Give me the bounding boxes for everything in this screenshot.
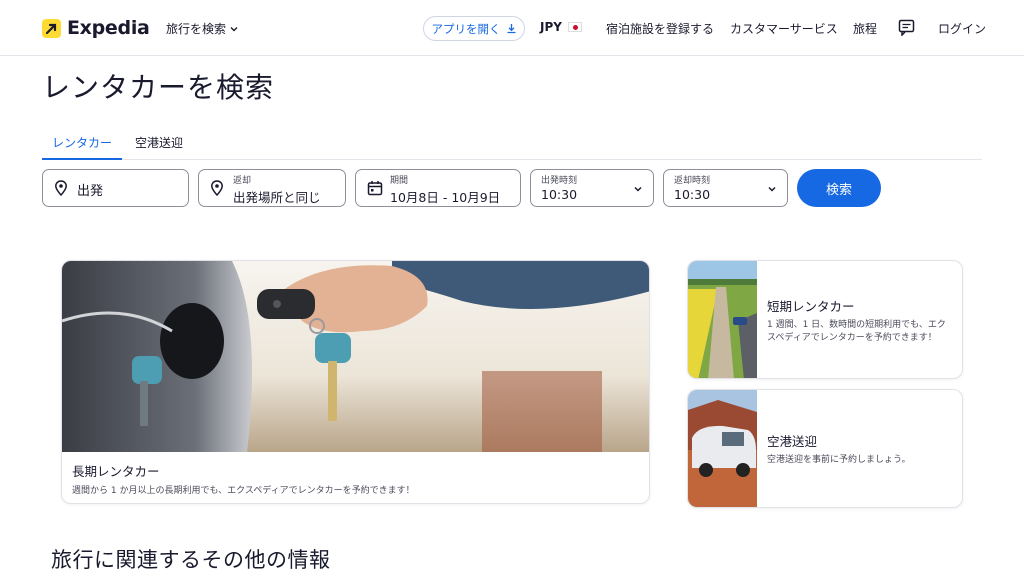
trip-search-menu[interactable]: 旅行を検索 [166, 20, 239, 37]
short-term-rental-card[interactable]: 短期レンタカー 1 週間、1 日、数時間の短期利用でも、エクスペディアでレンタカ… [687, 260, 963, 379]
search-tabs: レンタカー 空港送迎 [42, 132, 982, 160]
list-property-link[interactable]: 宿泊施設を登録する [606, 20, 714, 37]
long-term-rental-title: 長期レンタカー [72, 464, 160, 479]
chevron-down-icon [230, 26, 238, 31]
header: Expedia 旅行を検索 アプリを開く JPY 宿泊施設を登録する カスタマー… [0, 0, 1024, 56]
van-photo [688, 390, 757, 507]
country-road-photo [688, 261, 757, 378]
more-travel-info-heading: 旅行に関連するその他の情報 [51, 548, 331, 572]
airport-transfer-desc: 空港送迎を事前に予約しましょう。 [767, 455, 911, 465]
short-term-rental-desc: 1 週間、1 日、数時間の短期利用でも、エクスペディアでレンタカーを予約できます… [767, 320, 946, 343]
open-app-button[interactable]: アプリを開く [423, 16, 525, 41]
airport-transfer-card[interactable]: 空港送迎 空港送迎を事前に予約しましょう。 [687, 389, 963, 508]
dates-field[interactable]: 期間 10月8日 - 10月9日 [355, 169, 521, 207]
currency-selector[interactable]: JPY [540, 20, 582, 34]
japan-flag-icon [567, 22, 582, 32]
search-button-label: 検索 [825, 182, 852, 198]
dropoff-time-value: 10:30 [674, 187, 711, 202]
dropoff-time-select[interactable]: 返却時刻 10:30 [663, 169, 788, 207]
customer-service-link[interactable]: カスタマーサービス [730, 20, 838, 37]
download-icon [507, 24, 515, 34]
itinerary-link[interactable]: 旅程 [853, 20, 877, 37]
dropoff-location-value: 出発場所と同じ [233, 190, 321, 205]
page-title: レンタカーを検索 [42, 71, 275, 104]
login-link[interactable]: ログイン [938, 20, 986, 37]
chevron-down-icon [634, 186, 642, 192]
pickup-time-select[interactable]: 出発時刻 10:30 [530, 169, 654, 207]
pickup-location-label: 出発 [77, 184, 104, 199]
open-app-label: アプリを開く [431, 21, 501, 36]
search-button[interactable]: 検索 [797, 169, 881, 207]
dropoff-time-label: 返却時刻 [674, 176, 711, 186]
long-term-rental-desc: 週間から 1 か月以上の長期利用でも、エクスペディアでレンタカーを予約できます！ [72, 486, 415, 496]
pickup-time-label: 出発時刻 [541, 176, 578, 186]
pickup-time-value: 10:30 [541, 187, 578, 202]
tab-airport-transfer[interactable]: 空港送迎 [135, 134, 183, 160]
location-pin-icon [55, 180, 67, 196]
expedia-logo[interactable]: Expedia [42, 17, 150, 39]
airport-transfer-title: 空港送迎 [767, 434, 818, 449]
tab-airport-transfer-label: 空港送迎 [135, 136, 184, 150]
logo-arrow-icon [42, 18, 61, 38]
dates-label: 期間 [390, 176, 409, 186]
calendar-icon [367, 181, 383, 196]
short-term-rental-title: 短期レンタカー [767, 299, 855, 314]
car-key-photo [62, 261, 649, 452]
pickup-location-field[interactable]: 出発 [42, 169, 189, 207]
chevron-down-icon [768, 186, 776, 192]
dropoff-location-field[interactable]: 返却 出発場所と同じ [198, 169, 346, 207]
dropoff-location-label: 返却 [233, 176, 252, 186]
tab-car-rental-label: レンタカー [51, 136, 112, 150]
tab-car-rental[interactable]: レンタカー [42, 134, 122, 160]
currency-label: JPY [540, 20, 562, 34]
logo-text: Expedia [67, 17, 150, 39]
dates-value: 10月8日 - 10月9日 [390, 190, 501, 205]
long-term-rental-card[interactable]: 長期レンタカー 週間から 1 か月以上の長期利用でも、エクスペディアでレンタカー… [61, 260, 650, 504]
chat-icon[interactable] [898, 19, 915, 36]
trip-search-label: 旅行を検索 [166, 22, 227, 36]
location-pin-icon [211, 180, 223, 196]
